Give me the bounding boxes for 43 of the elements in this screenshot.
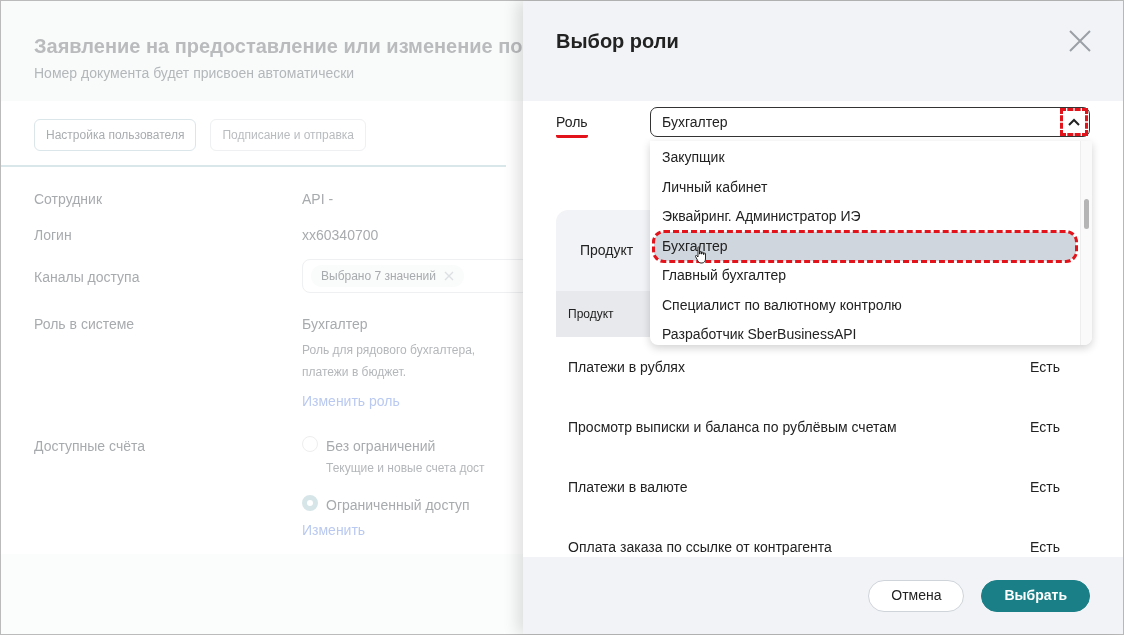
dropdown-option[interactable]: Бухгалтер [654, 231, 1076, 261]
field-value: API - [302, 190, 334, 209]
field-label: Доступные счёта [33, 437, 146, 456]
dropdown-option[interactable]: Эквайринг. Администратор ИЭ [654, 202, 1076, 232]
table-cell-text: Просмотр выписки и баланса по рублёвым счетам [568, 417, 897, 437]
radio-label: Без ограничений [326, 437, 437, 456]
field-label: Каналы доступа [33, 268, 141, 287]
dropdown-option[interactable]: Специалист по валютному контролю [654, 290, 1076, 320]
product-label: Продукт [580, 241, 634, 260]
description-text: платежи в бюджет. [302, 364, 407, 381]
drawer-title: Выбор роли [556, 29, 679, 54]
table-cell-text: Есть [1030, 417, 1060, 437]
table-cell-text: Оплата заказа по ссылке от контрагента [568, 537, 832, 557]
field-label: Логин [33, 226, 73, 245]
radio-label: Ограниченный доступ [326, 496, 470, 515]
field-value: Бухгалтер [302, 315, 369, 334]
table-cell-text: Платежи в рублях [568, 357, 685, 377]
cancel-button[interactable]: Отмена [868, 579, 965, 612]
table-cell-text: Есть [1030, 357, 1060, 377]
page-title: Заявление на предоставление или изменение по [34, 34, 523, 59]
chevron-up-icon[interactable] [1063, 111, 1085, 133]
dropdown-option[interactable]: Разработчик SberBusinessAPI [654, 320, 1076, 345]
page-subtitle: Номер документа будет присвоен автоматически [34, 64, 356, 83]
dropdown-option[interactable]: Личный кабинет [654, 172, 1076, 202]
role-select[interactable]: Бухгалтер [650, 107, 1090, 137]
table-cell-text: Платежи в валюте [568, 477, 688, 497]
field-value: xx60340700 [302, 226, 379, 245]
field-label: Роль в системе [33, 315, 136, 334]
select-button[interactable]: Выбрать [981, 579, 1090, 612]
chip-label: Выбрано 7 значений [321, 268, 436, 285]
column-header: Продукт [568, 306, 614, 323]
field-label: Сотрудник [33, 190, 103, 209]
close-icon[interactable] [1069, 30, 1091, 52]
select-value: Бухгалтер [662, 112, 728, 132]
table-cell-text: Есть [1030, 477, 1060, 497]
radio-hint: Текущие и новые счета дост [326, 460, 485, 477]
field-label: Роль [556, 111, 588, 138]
table-cell-text: Есть [1030, 537, 1060, 557]
scrollbar-thumb[interactable] [1084, 199, 1089, 229]
dropdown-option[interactable]: Главный бухгалтер [654, 261, 1076, 291]
dropdown-option[interactable]: Закупщик [654, 143, 1076, 173]
description-text: Роль для рядового бухгалтера, [302, 342, 476, 359]
radio-button[interactable] [302, 495, 318, 511]
